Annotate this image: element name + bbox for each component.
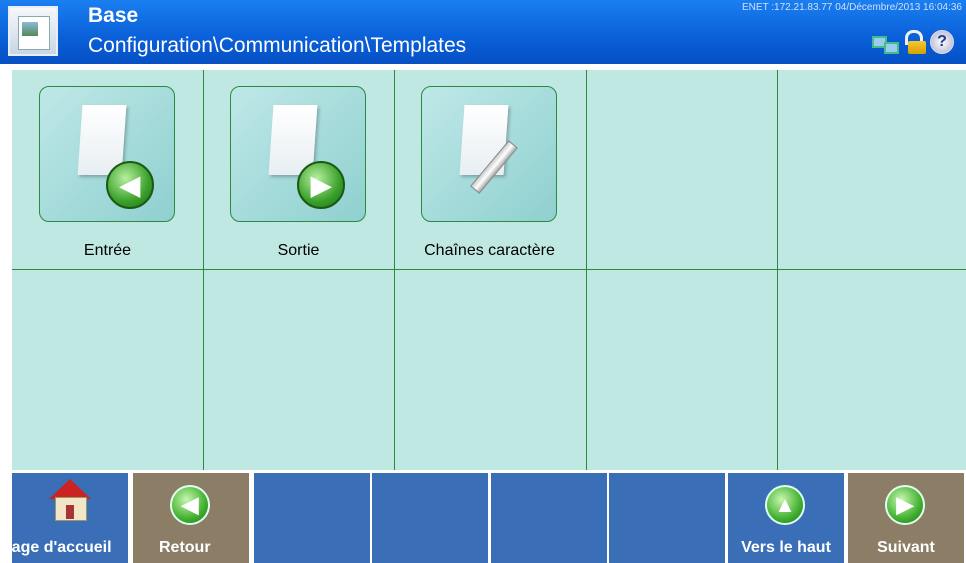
arrow-left-icon: ◀ — [170, 485, 210, 525]
menu-item-label: Chaînes caractère — [424, 242, 555, 259]
softkey-empty-5[interactable] — [491, 473, 607, 563]
menu-grid: ◀ Entrée ▶ Sortie Chaînes caractère — [12, 70, 966, 470]
menu-item-chaines[interactable]: Chaînes caractère — [394, 70, 585, 270]
softkey-bar: Page d'accueil ◀ Retour ▲ Vers le haut ▶… — [12, 473, 966, 563]
home-softkey[interactable]: Page d'accueil — [12, 473, 128, 563]
sortie-tile[interactable]: ▶ — [230, 86, 366, 222]
softkey-empty-4[interactable] — [372, 473, 488, 563]
help-icon[interactable]: ? — [930, 30, 954, 54]
header-bar: Base Configuration\Communication\Templat… — [0, 0, 966, 64]
softkey-empty-6[interactable] — [609, 473, 725, 563]
status-line: ENET :172.21.83.77 04/Décembre/2013 16:0… — [742, 2, 962, 13]
breadcrumb: Configuration\Communication\Templates — [88, 34, 467, 57]
softkey-label: Suivant — [877, 539, 935, 556]
next-softkey[interactable]: ▶ Suivant — [848, 473, 964, 563]
app-icon — [8, 6, 58, 56]
softkey-label: Vers le haut — [741, 539, 831, 556]
page-title: Base — [88, 4, 139, 27]
menu-item-label: Entrée — [83, 242, 132, 259]
arrow-right-icon: ▶ — [885, 485, 925, 525]
lock-open-icon[interactable] — [902, 30, 926, 54]
menu-item-entree[interactable]: ◀ Entrée — [12, 70, 203, 270]
menu-item-label: Sortie — [277, 242, 320, 259]
up-softkey[interactable]: ▲ Vers le haut — [728, 473, 844, 563]
menu-item-sortie[interactable]: ▶ Sortie — [203, 70, 394, 270]
arrow-left-icon: ◀ — [106, 161, 154, 209]
network-icon — [872, 34, 899, 54]
chaines-tile[interactable] — [421, 86, 557, 222]
softkey-empty-3[interactable] — [254, 473, 370, 563]
back-softkey[interactable]: ◀ Retour — [133, 473, 249, 563]
entree-tile[interactable]: ◀ — [39, 86, 175, 222]
arrow-right-icon: ▶ — [297, 161, 345, 209]
softkey-label: Page d'accueil — [12, 539, 112, 556]
softkey-label: Retour — [159, 539, 211, 556]
arrow-up-icon: ▲ — [765, 485, 805, 525]
home-icon — [49, 479, 91, 521]
